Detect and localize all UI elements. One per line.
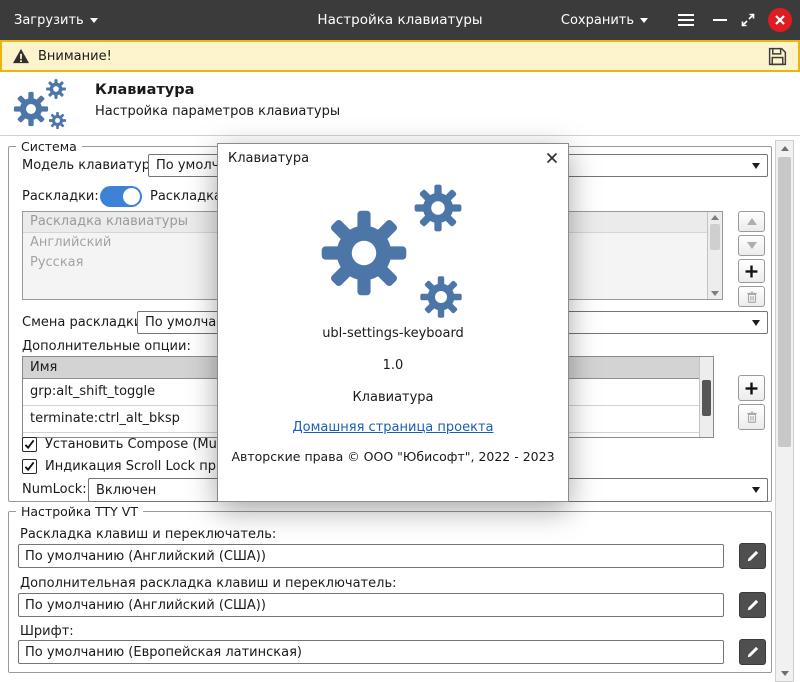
dialog-package-name: ubl-settings-keyboard (218, 326, 568, 341)
layouts-label: Раскладки: (22, 189, 99, 204)
tty-font-label: Шрифт: (20, 624, 74, 639)
option-add-button[interactable] (738, 375, 765, 401)
option-delete-button[interactable] (738, 404, 765, 430)
trash-icon (745, 290, 759, 304)
scrollbar-thumb[interactable] (710, 224, 720, 250)
tty-group-legend: Настройка TTY VT (16, 504, 143, 519)
floppy-save-icon (767, 46, 788, 67)
minimize-button[interactable] (706, 0, 734, 40)
dialog-gears-icon (315, 182, 475, 328)
trash-icon (745, 410, 759, 424)
keyboard-model-label: Модель клавиатуры: (22, 158, 165, 173)
tty-font-input[interactable] (18, 640, 724, 664)
titlebar: Загрузить Настройка клавиатуры Сохранить (0, 0, 800, 40)
warning-text: Внимание! (38, 49, 112, 64)
chevron-down-icon (752, 163, 760, 169)
minimize-icon (713, 18, 727, 22)
check-icon (24, 439, 35, 450)
menu-button[interactable] (672, 0, 700, 40)
tty-extra-layout-input[interactable] (18, 593, 724, 617)
hamburger-icon (677, 13, 695, 27)
dialog-app-name: Клавиатура (218, 390, 568, 405)
extra-options-label: Дополнительные опции: (22, 339, 191, 354)
options-table-scrollbar[interactable] (699, 357, 713, 437)
tty-extra-layout-label: Дополнительная раскладка клавиш и перекл… (20, 576, 396, 591)
main-scrollbar[interactable] (775, 140, 794, 682)
dialog-title: Клавиатура (228, 151, 309, 166)
plus-icon (745, 382, 758, 395)
check-icon (24, 461, 35, 472)
plus-icon (745, 265, 758, 278)
close-button[interactable] (768, 8, 792, 32)
scroll-down-arrow-icon[interactable] (781, 671, 789, 676)
compose-checkbox-label: Установить Compose (Multi_K (45, 437, 244, 452)
up-arrow-icon (711, 215, 719, 220)
down-arrow-icon (711, 291, 719, 296)
layout-move-down-button[interactable] (738, 235, 765, 256)
save-button[interactable]: Сохранить (561, 0, 648, 40)
expand-icon (740, 12, 756, 28)
system-group-legend: Система (16, 139, 82, 154)
numlock-value: Включен (96, 483, 156, 498)
toggle-knob (123, 188, 140, 205)
scrollbar-thumb[interactable] (778, 157, 791, 447)
layout-delete-button[interactable] (738, 286, 765, 307)
down-arrow-icon (747, 242, 757, 249)
dialog-copyright: Авторские права © ООО "Юбисофт", 2022 - … (218, 449, 568, 464)
close-icon (774, 14, 786, 26)
chevron-down-icon (752, 320, 760, 326)
tty-extra-layout-edit-button[interactable] (739, 592, 766, 618)
load-button[interactable]: Загрузить (14, 0, 98, 40)
window-title: Настройка клавиатуры (317, 0, 482, 40)
tty-layout-input[interactable] (18, 544, 724, 568)
scrolllock-checkbox[interactable] (22, 459, 37, 474)
chevron-down-icon (640, 18, 648, 23)
pencil-icon (746, 645, 760, 659)
up-arrow-icon (747, 218, 757, 225)
layout-switch-label: Смена раскладки: (22, 315, 147, 330)
scroll-up-arrow-icon[interactable] (781, 146, 789, 151)
close-icon (546, 152, 558, 164)
load-button-label: Загрузить (14, 13, 84, 28)
tty-layout-edit-button[interactable] (739, 543, 766, 569)
dialog-version: 1.0 (218, 358, 568, 373)
expand-button[interactable] (734, 0, 762, 40)
warning-bar: Внимание! (0, 40, 800, 72)
layouts-default-toggle[interactable] (100, 186, 142, 207)
pencil-icon (746, 549, 760, 563)
header-separator (0, 135, 800, 136)
app-gears-icon (12, 78, 70, 134)
numlock-label: NumLock: (22, 482, 87, 497)
layouts-list-scrollbar[interactable] (707, 212, 722, 299)
about-dialog: Клавиатура ubl-settings-keyboard 1.0 Кла… (217, 143, 569, 502)
pencil-icon (746, 598, 760, 612)
quick-save-button[interactable] (767, 46, 788, 67)
tty-font-edit-button[interactable] (739, 639, 766, 665)
layout-move-up-button[interactable] (738, 211, 765, 232)
chevron-down-icon (90, 18, 98, 23)
save-button-label: Сохранить (561, 13, 634, 28)
tty-layout-label: Раскладка клавиш и переключатель: (20, 527, 276, 542)
layout-add-button[interactable] (738, 259, 765, 283)
compose-checkbox[interactable] (22, 437, 37, 452)
chevron-down-icon (752, 487, 760, 493)
dialog-close-button[interactable] (544, 150, 560, 169)
scrollbar-thumb[interactable] (702, 380, 711, 416)
page-subtitle: Настройка параметров клавиатуры (95, 104, 340, 119)
warning-icon (12, 48, 30, 64)
page-title: Клавиатура (95, 82, 194, 98)
app-window: Загрузить Настройка клавиатуры Сохранить (0, 0, 800, 682)
project-homepage-link[interactable]: Домашняя страница проекта (293, 420, 494, 435)
